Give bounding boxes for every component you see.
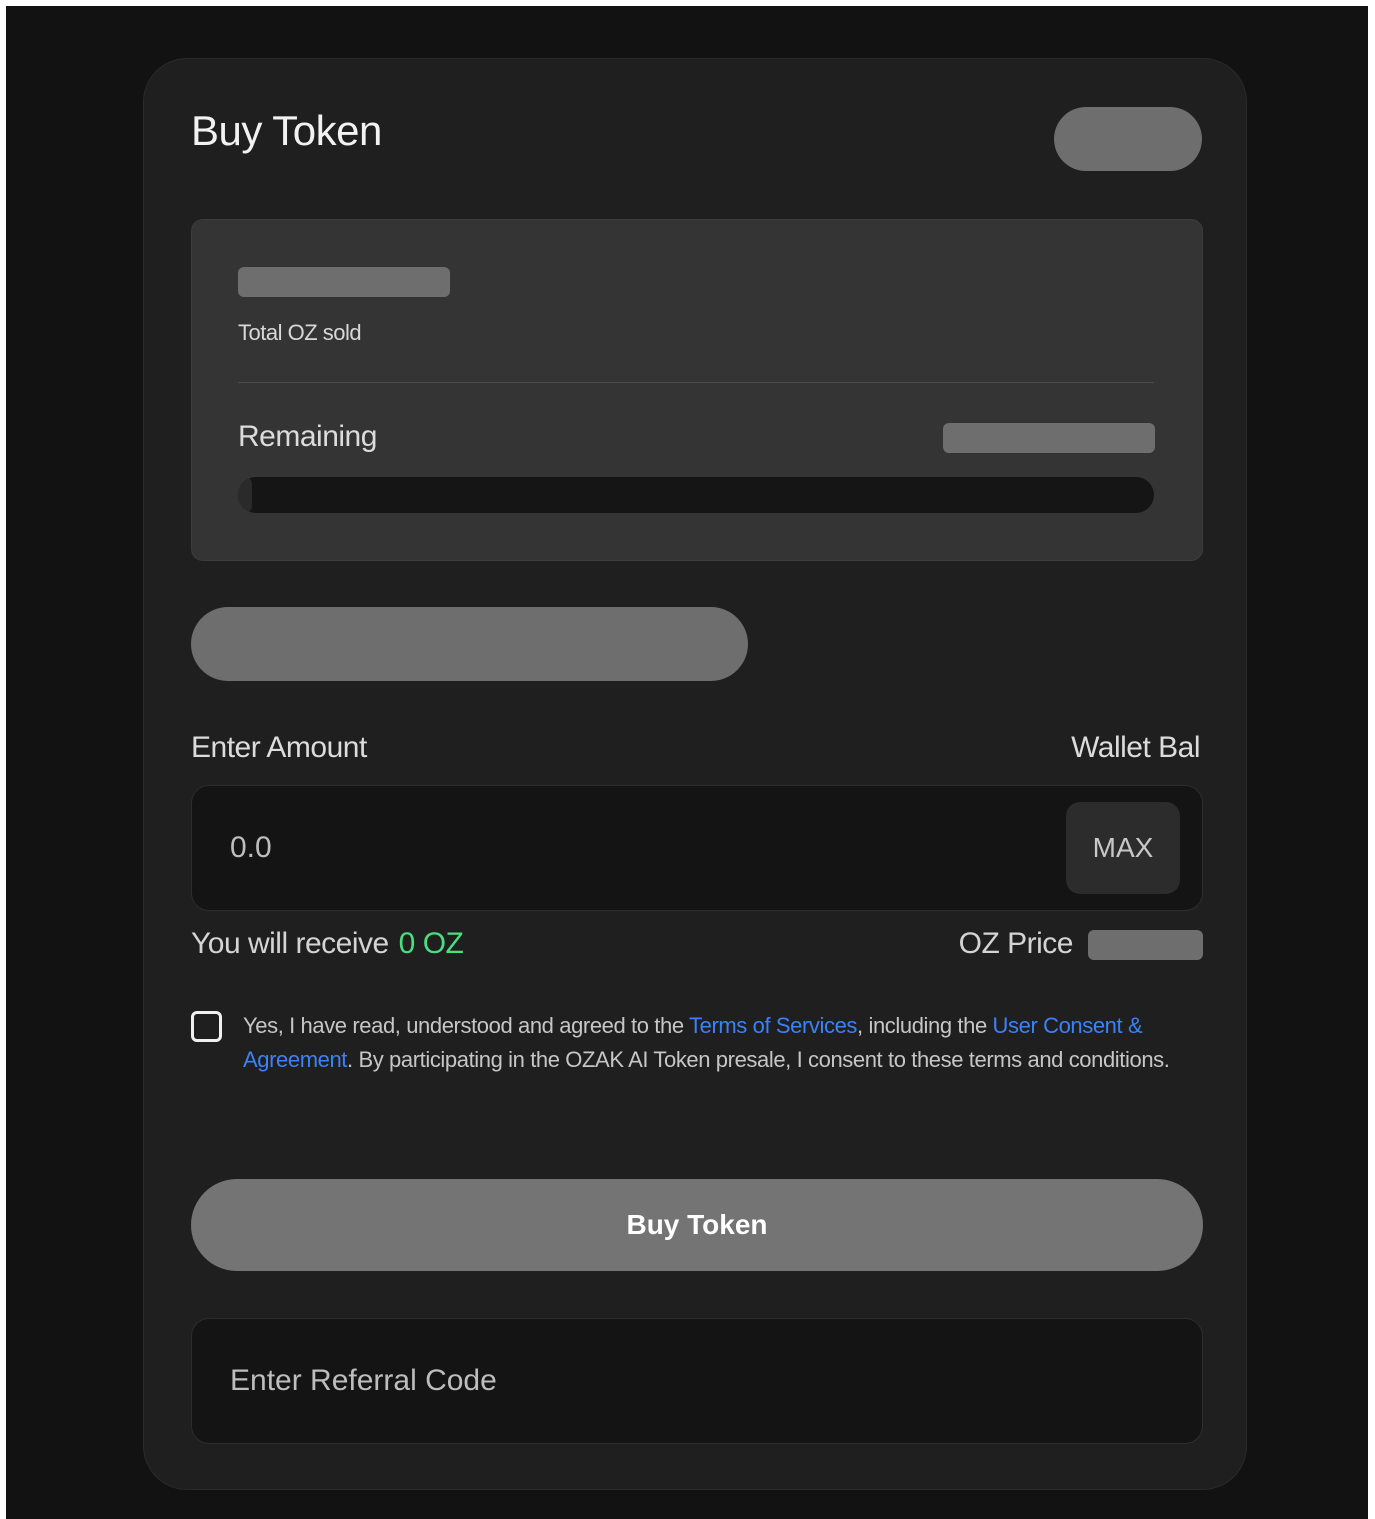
- sale-progress-bar: [238, 477, 1154, 513]
- total-sold-label: Total OZ sold: [238, 320, 362, 345]
- consent-checkbox[interactable]: [191, 1011, 222, 1042]
- page-background: Buy Token Total OZ sold Remaining Enter …: [6, 6, 1368, 1519]
- total-sold-value-placeholder: [238, 267, 450, 297]
- stats-divider: [238, 382, 1154, 383]
- referral-code-input[interactable]: [230, 1319, 1160, 1443]
- receive-row: You will receive 0 OZ: [191, 927, 464, 961]
- max-button[interactable]: MAX: [1066, 802, 1180, 894]
- amount-input-box: MAX: [191, 785, 1203, 911]
- receive-label: You will receive: [191, 927, 389, 960]
- network-pill-placeholder: [1054, 107, 1202, 171]
- remaining-value-placeholder: [943, 423, 1155, 453]
- consent-text-part-1: Yes, I have read, understood and agreed …: [243, 1013, 690, 1038]
- wallet-balance-label: Wallet Bal: [1071, 731, 1200, 764]
- card-title: Buy Token: [191, 107, 382, 154]
- oz-price-label: OZ Price: [958, 927, 1074, 960]
- amount-input[interactable]: [230, 786, 1030, 910]
- sale-stats-panel: Total OZ sold Remaining: [191, 219, 1203, 561]
- remaining-label: Remaining: [238, 420, 377, 453]
- buy-token-card: Buy Token Total OZ sold Remaining Enter …: [143, 58, 1247, 1490]
- payment-method-pill-placeholder[interactable]: [191, 607, 748, 681]
- buy-token-button[interactable]: Buy Token: [191, 1179, 1203, 1271]
- consent-text-part-2: , including the: [857, 1013, 993, 1038]
- receive-amount: 0 OZ: [398, 927, 464, 960]
- consent-text-part-3: . By participating in the OZAK AI Token …: [347, 1047, 1170, 1072]
- terms-of-services-link[interactable]: Terms of Services: [689, 1013, 857, 1038]
- consent-text: Yes, I have read, understood and agreed …: [243, 1009, 1203, 1077]
- oz-price-value-placeholder: [1088, 930, 1203, 960]
- sale-progress-fill: [238, 477, 252, 513]
- enter-amount-label: Enter Amount: [191, 731, 367, 764]
- referral-code-box: [191, 1318, 1203, 1444]
